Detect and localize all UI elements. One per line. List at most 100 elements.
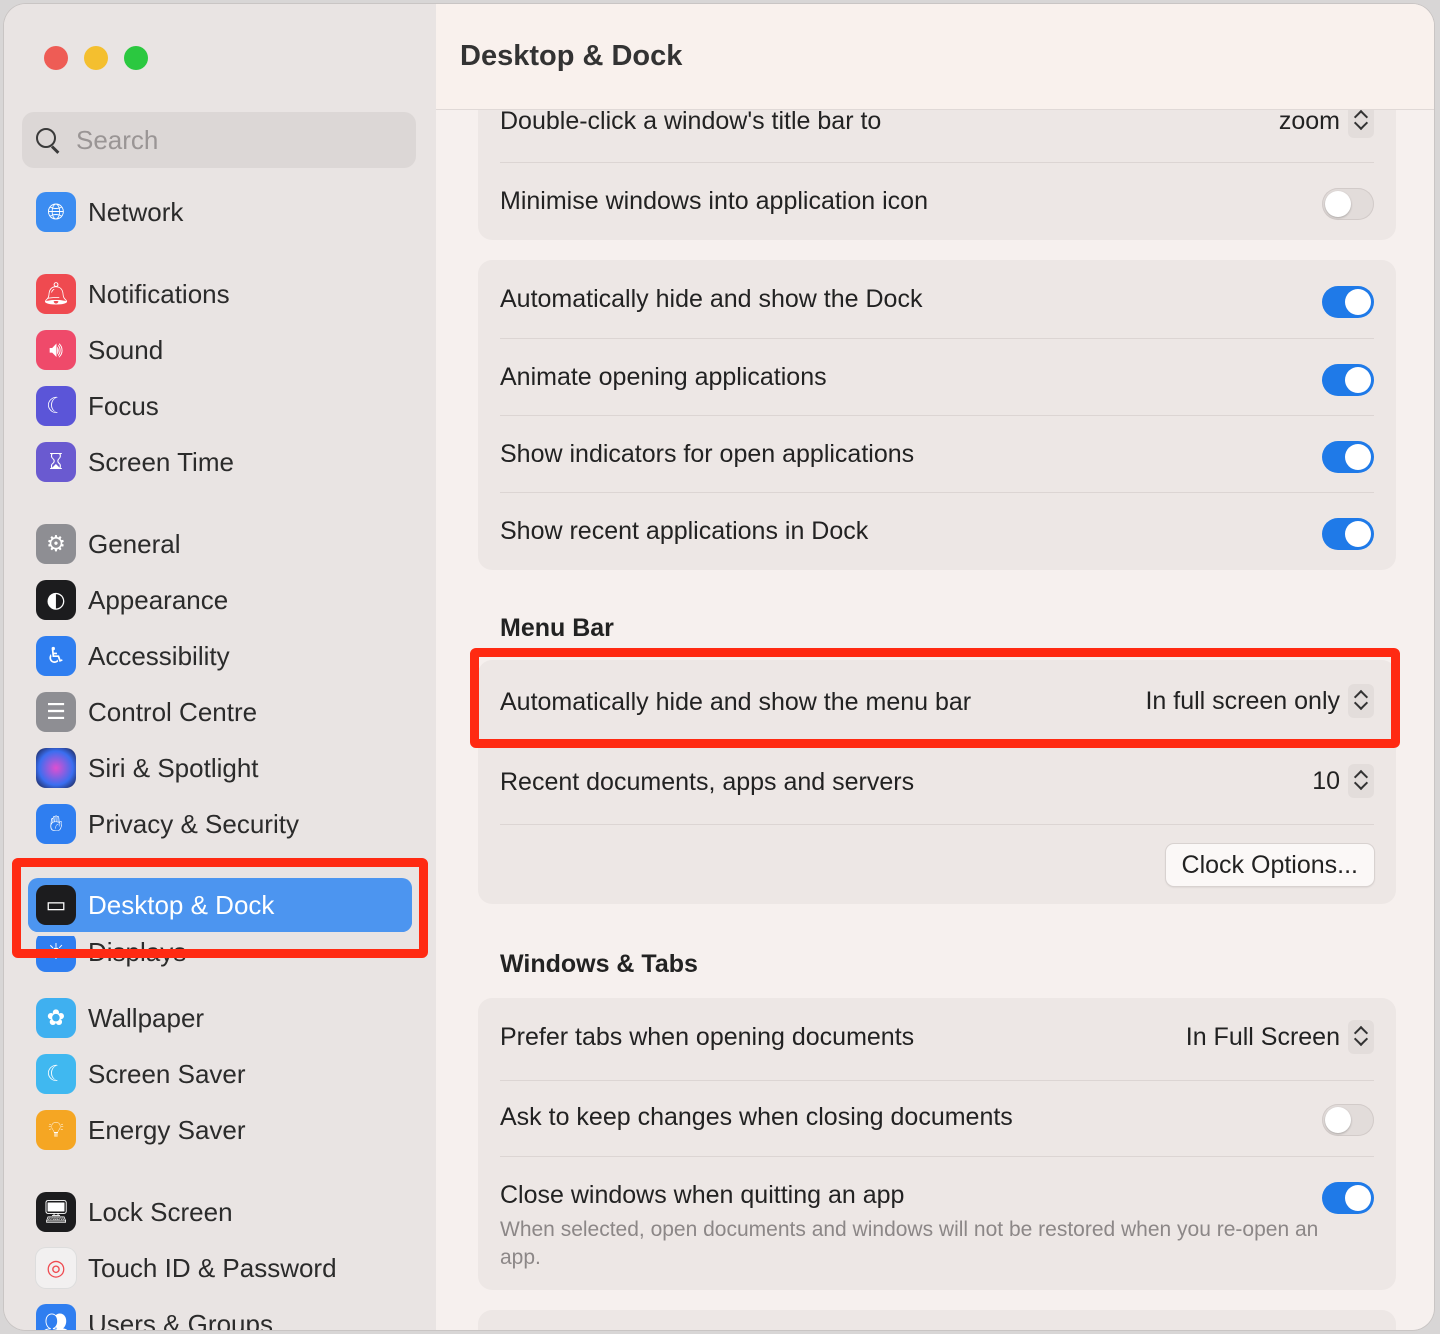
bell-icon: 🔔︎: [36, 274, 76, 314]
sidebar-item-label: Lock Screen: [88, 1196, 233, 1227]
clock-options-button[interactable]: Clock Options...: [1165, 844, 1374, 886]
zoom-window-button[interactable]: [124, 46, 148, 70]
siri-icon: [36, 748, 76, 788]
sidebar-item-label: Screen Saver: [88, 1058, 246, 1089]
prefer-tabs-popup[interactable]: In Full Screen: [1186, 1020, 1374, 1054]
close-windows-toggle[interactable]: [1322, 1182, 1374, 1214]
globe-icon: 🌐︎: [36, 192, 76, 232]
sidebar-item-label: Touch ID & Password: [88, 1252, 337, 1283]
sidebar-item-label: Users & Groups: [88, 1308, 273, 1331]
ask-keep-label: Ask to keep changes when closing documen…: [500, 1102, 1013, 1131]
sidebar-item-notifications[interactable]: 🔔︎ Notifications: [28, 268, 412, 320]
divider: [500, 415, 1374, 416]
recent-documents-popup[interactable]: 10: [1312, 764, 1374, 798]
indicators-toggle[interactable]: [1322, 441, 1374, 473]
sidebar-item-label: Sound: [88, 334, 164, 365]
hand-icon: ✋︎: [36, 804, 76, 844]
system-settings-window: Search 🌐︎ Network 🔔︎ Notifications 🔊︎ So…: [4, 4, 1434, 1330]
sidebar-item-privacy-security[interactable]: ✋︎ Privacy & Security: [28, 798, 412, 850]
close-window-button[interactable]: [44, 46, 68, 70]
prefer-tabs-value: In Full Screen: [1185, 1022, 1340, 1051]
prefer-tabs-label: Prefer tabs when opening documents: [500, 1022, 915, 1051]
search-icon: [34, 126, 62, 154]
sidebar-item-control-centre[interactable]: ☰ Control Centre: [28, 686, 412, 738]
close-windows-label: Close windows when quitting an app: [500, 1180, 905, 1209]
sidebar-item-focus[interactable]: ☾ Focus: [28, 380, 412, 432]
row-minimise: Minimise windows into application icon: [500, 176, 1374, 226]
gear-icon: ⚙︎: [36, 524, 76, 564]
sidebar: Search 🌐︎ Network 🔔︎ Notifications 🔊︎ So…: [4, 4, 436, 1330]
sidebar-item-screen-time[interactable]: ⌛︎ Screen Time: [28, 436, 412, 488]
moon-icon: ☾: [36, 386, 76, 426]
highlight-menu-bar-setting: [470, 648, 1400, 748]
sidebar-item-sound[interactable]: 🔊︎ Sound: [28, 324, 412, 376]
autohide-dock-label: Automatically hide and show the Dock: [500, 284, 923, 313]
divider: [500, 824, 1374, 825]
sidebar-item-touch-id[interactable]: ◎ Touch ID & Password: [28, 1242, 412, 1294]
section-title-menu-bar: Menu Bar: [500, 614, 614, 642]
row-indicators: Show indicators for open applications: [500, 429, 1374, 479]
bulb-icon: 💡︎: [36, 1110, 76, 1150]
highlight-desktop-dock-item: [12, 858, 428, 958]
sidebar-item-label: Privacy & Security: [88, 808, 299, 839]
sidebar-item-wallpaper[interactable]: ✿ Wallpaper: [28, 992, 412, 1044]
sidebar-item-accessibility[interactable]: ♿︎ Accessibility: [28, 630, 412, 682]
recent-apps-toggle[interactable]: [1322, 518, 1374, 550]
ask-keep-toggle[interactable]: [1322, 1104, 1374, 1136]
sidebar-item-label: Siri & Spotlight: [88, 752, 259, 783]
sidebar-item-energy-saver[interactable]: 💡︎ Energy Saver: [28, 1104, 412, 1156]
sidebar-item-label: Wallpaper: [88, 1002, 205, 1033]
hourglass-icon: ⌛︎: [36, 442, 76, 482]
row-close-windows: Close windows when quitting an app: [500, 1170, 1374, 1220]
sidebar-item-users-groups[interactable]: 👥︎ Users & Groups: [28, 1298, 412, 1330]
lock-screen-icon: 🖥︎: [36, 1192, 76, 1232]
recent-apps-label: Show recent applications in Dock: [500, 516, 869, 545]
search-placeholder: Search: [76, 124, 159, 155]
sidebar-item-label: Focus: [88, 390, 159, 421]
appearance-icon: ◐: [36, 580, 76, 620]
divider: [500, 492, 1374, 493]
chevron-updown-icon: [1348, 764, 1374, 798]
row-recent-documents: Recent documents, apps and servers: [500, 757, 1374, 807]
sidebar-item-label: Notifications: [88, 278, 230, 309]
minimize-window-button[interactable]: [84, 46, 108, 70]
users-icon: 👥︎: [36, 1304, 76, 1330]
animate-apps-label: Animate opening applications: [500, 362, 827, 391]
sidebar-item-label: General: [88, 528, 181, 559]
page-title: Desktop & Dock: [460, 40, 683, 72]
sidebar-item-network[interactable]: 🌐︎ Network: [28, 186, 412, 238]
divider: [500, 162, 1374, 163]
sidebar-item-appearance[interactable]: ◐ Appearance: [28, 574, 412, 626]
autohide-dock-toggle[interactable]: [1322, 286, 1374, 318]
speaker-icon: 🔊︎: [36, 330, 76, 370]
accessibility-icon: ♿︎: [36, 636, 76, 676]
minimise-label: Minimise windows into application icon: [500, 186, 928, 215]
control-centre-icon: ☰: [36, 692, 76, 732]
divider: [500, 338, 1374, 339]
fingerprint-icon: ◎: [36, 1248, 76, 1288]
card-next-section: [478, 1310, 1396, 1330]
card-dock-behavior: Automatically hide and show the Dock Ani…: [478, 260, 1396, 570]
row-autohide-dock: Automatically hide and show the Dock: [500, 274, 1374, 324]
sidebar-item-label: Network: [88, 196, 184, 227]
sidebar-item-general[interactable]: ⚙︎ General: [28, 518, 412, 570]
minimise-toggle[interactable]: [1322, 188, 1374, 220]
titlebar: Desktop & Dock: [436, 4, 1434, 110]
screensaver-icon: ☾: [36, 1054, 76, 1094]
sidebar-item-screen-saver[interactable]: ☾ Screen Saver: [28, 1048, 412, 1100]
sidebar-item-label: Energy Saver: [88, 1114, 246, 1145]
search-field[interactable]: Search: [22, 112, 416, 168]
row-ask-keep: Ask to keep changes when closing documen…: [500, 1092, 1374, 1142]
animate-apps-toggle[interactable]: [1322, 364, 1374, 396]
sidebar-item-siri-spotlight[interactable]: Siri & Spotlight: [28, 742, 412, 794]
section-title-windows-tabs: Windows & Tabs: [500, 950, 698, 978]
flower-icon: ✿: [36, 998, 76, 1038]
sidebar-item-lock-screen[interactable]: 🖥︎ Lock Screen: [28, 1186, 412, 1238]
sidebar-item-label: Appearance: [88, 584, 229, 615]
row-animate-apps: Animate opening applications: [500, 352, 1374, 402]
row-recent-apps: Show recent applications in Dock: [500, 506, 1374, 556]
indicators-label: Show indicators for open applications: [500, 439, 915, 468]
chevron-updown-icon: [1348, 1020, 1374, 1054]
sidebar-item-label: Screen Time: [88, 446, 234, 477]
sidebar-item-label: Control Centre: [88, 696, 258, 727]
